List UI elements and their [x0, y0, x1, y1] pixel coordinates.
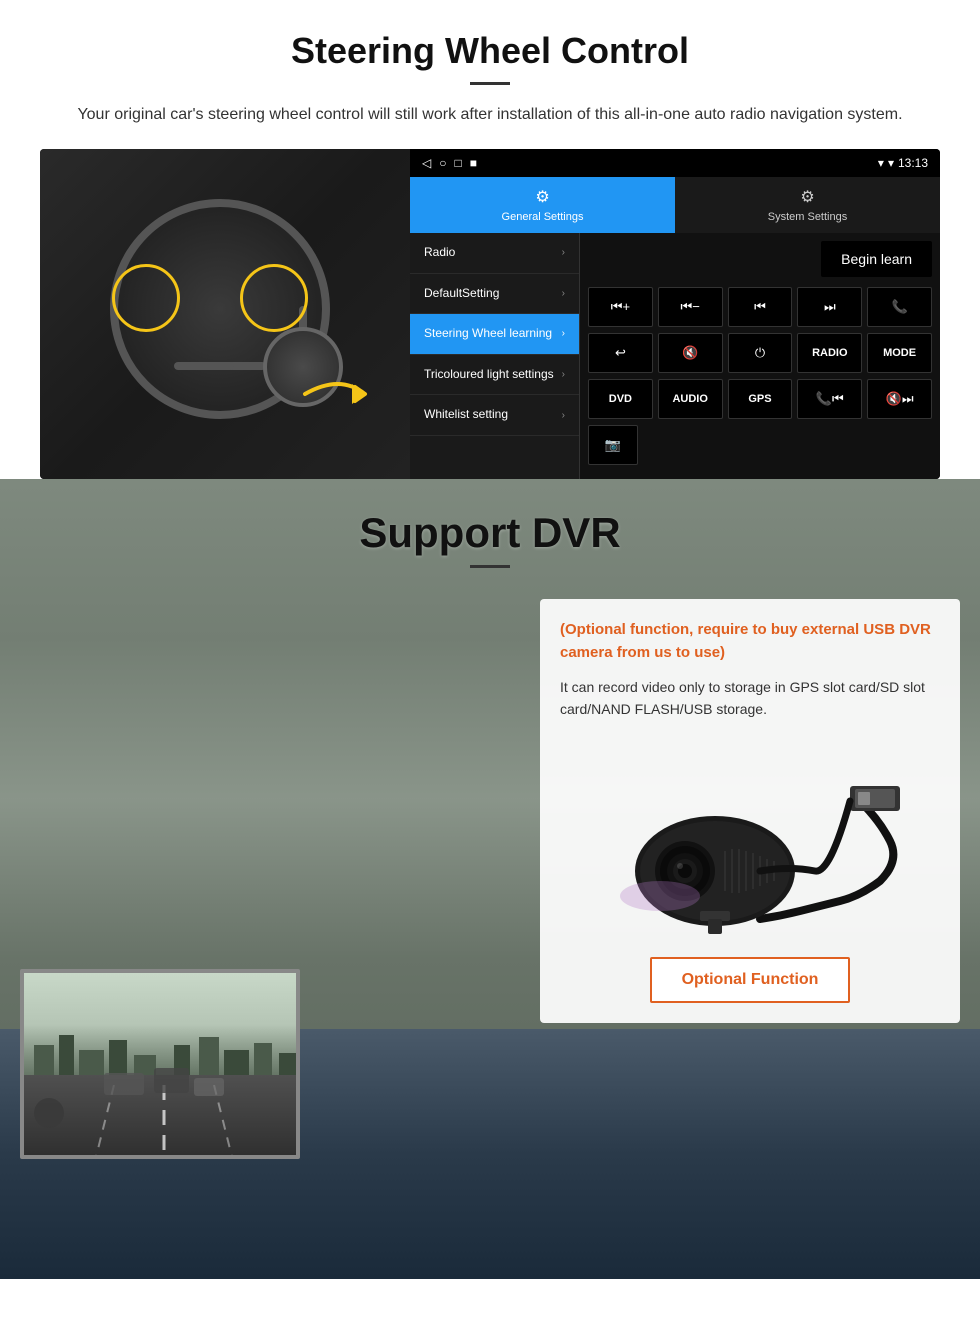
control-row-3: DVD AUDIO GPS 📞⏮ 🔇⏭: [588, 379, 932, 419]
demo-panel: ◁ ○ □ ■ ▾ ▾ 13:13 ⚙ General Settings: [40, 149, 940, 479]
begin-learn-button[interactable]: Begin learn: [821, 241, 932, 277]
gear-icon: ⚙: [535, 187, 549, 207]
steering-label: Steering Wheel learning: [424, 326, 552, 342]
steering-subtitle: Your original car's steering wheel contr…: [40, 103, 940, 127]
home-nav-icon: ○: [439, 156, 446, 170]
clock: 13:13: [898, 156, 928, 170]
dvr-optional-text: (Optional function, require to buy exter…: [560, 619, 940, 664]
sw-highlight-left: [112, 264, 180, 332]
mode-btn[interactable]: MODE: [867, 333, 932, 373]
vol-down-btn[interactable]: ⏮−: [658, 287, 723, 327]
chevron-icon: ›: [562, 410, 565, 421]
statusbar-right: ▾ ▾ 13:13: [878, 156, 928, 170]
title-divider: [470, 82, 510, 85]
chevron-icon: ›: [562, 369, 565, 380]
vol-up-btn[interactable]: ⏮+: [588, 287, 653, 327]
begin-learn-row: Begin learn: [588, 241, 932, 277]
menu-item-tricolour[interactable]: Tricoloured light settings ›: [410, 355, 579, 396]
optional-function-container: Optional Function: [560, 957, 940, 1003]
menu-nav-icon: ■: [470, 156, 477, 170]
hangup-btn[interactable]: ↩: [588, 333, 653, 373]
audio-btn[interactable]: AUDIO: [658, 379, 723, 419]
recent-nav-icon: □: [454, 156, 461, 170]
steering-wheel-image: [40, 149, 410, 479]
system-settings-tab[interactable]: ⚙ System Settings: [675, 177, 940, 233]
prev-btn[interactable]: ⏮: [728, 287, 793, 327]
control-row-4: 📷: [588, 425, 932, 465]
default-setting-label: DefaultSetting: [424, 286, 499, 302]
settings-panel: ◁ ○ □ ■ ▾ ▾ 13:13 ⚙ General Settings: [410, 149, 940, 479]
steering-title: Steering Wheel Control: [40, 30, 940, 72]
menu-item-steering[interactable]: Steering Wheel learning ›: [410, 314, 579, 355]
settings-content: Radio › DefaultSetting › Steering Wheel …: [410, 233, 940, 479]
android-statusbar: ◁ ○ □ ■ ▾ ▾ 13:13: [410, 149, 940, 177]
mute-next-btn[interactable]: 🔇⏭: [867, 379, 932, 419]
dvr-info-card: (Optional function, require to buy exter…: [540, 599, 960, 1023]
dvr-divider: [470, 565, 510, 568]
chevron-icon: ›: [562, 247, 565, 258]
settings-menu: Radio › DefaultSetting › Steering Wheel …: [410, 233, 580, 479]
back-nav-icon: ◁: [422, 156, 431, 170]
camera-btn[interactable]: 📷: [588, 425, 638, 465]
statusbar-left: ◁ ○ □ ■: [422, 156, 477, 170]
menu-item-radio[interactable]: Radio ›: [410, 233, 579, 274]
gps-btn[interactable]: GPS: [728, 379, 793, 419]
dvr-footage-thumbnail: [20, 969, 300, 1159]
dvr-title: Support DVR: [0, 509, 980, 557]
control-row-1: ⏮+ ⏮− ⏮ ⏭ 📞: [588, 287, 932, 327]
steering-section: Steering Wheel Control Your original car…: [0, 0, 980, 479]
general-settings-label: General Settings: [502, 211, 584, 223]
tricolour-label: Tricoloured light settings: [424, 367, 554, 383]
dvd-btn[interactable]: DVD: [588, 379, 653, 419]
signal-icon: ▾: [878, 156, 884, 170]
arrow-indicator: [300, 369, 380, 419]
system-settings-label: System Settings: [768, 211, 847, 223]
dvr-description: It can record video only to storage in G…: [560, 676, 940, 721]
next-btn[interactable]: ⏭: [797, 287, 862, 327]
radio-label: Radio: [424, 245, 455, 261]
call-btn[interactable]: 📞: [867, 287, 932, 327]
sw-spoke-right: [174, 362, 234, 370]
menu-item-whitelist[interactable]: Whitelist setting ›: [410, 395, 579, 436]
chevron-icon: ›: [562, 288, 565, 299]
dvr-camera-svg: [560, 741, 940, 941]
chevron-icon: ›: [562, 328, 565, 339]
dvr-section: Support DVR: [0, 479, 980, 1279]
call-prev-btn[interactable]: 📞⏮: [797, 379, 862, 419]
controls-area: Begin learn ⏮+ ⏮− ⏮ ⏭ 📞 ↩ 🔇 ⏻: [580, 233, 940, 479]
settings-tabs: ⚙ General Settings ⚙ System Settings: [410, 177, 940, 233]
power-btn[interactable]: ⏻: [728, 333, 793, 373]
control-row-2: ↩ 🔇 ⏻ RADIO MODE: [588, 333, 932, 373]
wifi-icon: ▾: [888, 156, 894, 170]
sw-highlight-right: [240, 264, 308, 332]
system-icon: ⚙: [800, 187, 814, 207]
whitelist-label: Whitelist setting: [424, 407, 508, 423]
general-settings-tab[interactable]: ⚙ General Settings: [410, 177, 675, 233]
dvr-product-image: [560, 741, 940, 941]
radio-ctrl-btn[interactable]: RADIO: [797, 333, 862, 373]
mute-btn[interactable]: 🔇: [658, 333, 723, 373]
optional-function-button[interactable]: Optional Function: [650, 957, 851, 1003]
dvr-title-area: Support DVR: [0, 479, 980, 588]
menu-item-default[interactable]: DefaultSetting ›: [410, 274, 579, 315]
